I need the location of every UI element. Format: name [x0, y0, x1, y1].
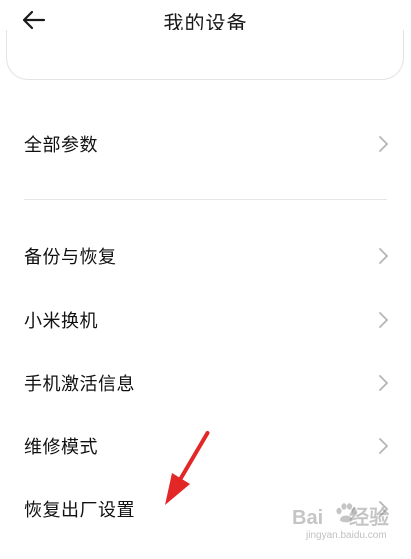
settings-row-repair-mode[interactable]: 维修模式	[0, 418, 411, 474]
chevron-right-icon	[377, 135, 389, 153]
chevron-right-icon	[377, 311, 389, 329]
settings-row-backup-restore[interactable]: 备份与恢复	[0, 228, 411, 284]
row-label: 全部参数	[24, 135, 98, 156]
settings-screen: 我的设备 全部参数 备份与恢复 小米换机 手机激活信息 维修模式 恢复出厂设置	[0, 0, 411, 559]
row-label: 维修模式	[24, 437, 98, 458]
chevron-right-icon	[377, 247, 389, 265]
device-info-card	[6, 30, 404, 80]
settings-row-activation-info[interactable]: 手机激活信息	[0, 355, 411, 411]
baidu-watermark: Bai 经验 jingyan.baidu.com	[290, 498, 405, 554]
section-divider	[24, 199, 387, 200]
settings-row-mi-mover[interactable]: 小米换机	[0, 292, 411, 348]
chevron-right-icon	[377, 374, 389, 392]
settings-row-all-specs[interactable]: 全部参数	[0, 116, 411, 172]
chevron-right-icon	[377, 437, 389, 455]
row-label: 恢复出厂设置	[24, 500, 135, 521]
row-label: 备份与恢复	[24, 247, 117, 268]
watermark-subtext: jingyan.baidu.com	[306, 530, 387, 541]
row-label: 小米换机	[24, 311, 98, 332]
row-label: 手机激活信息	[24, 374, 135, 395]
paw-icon	[334, 502, 358, 524]
